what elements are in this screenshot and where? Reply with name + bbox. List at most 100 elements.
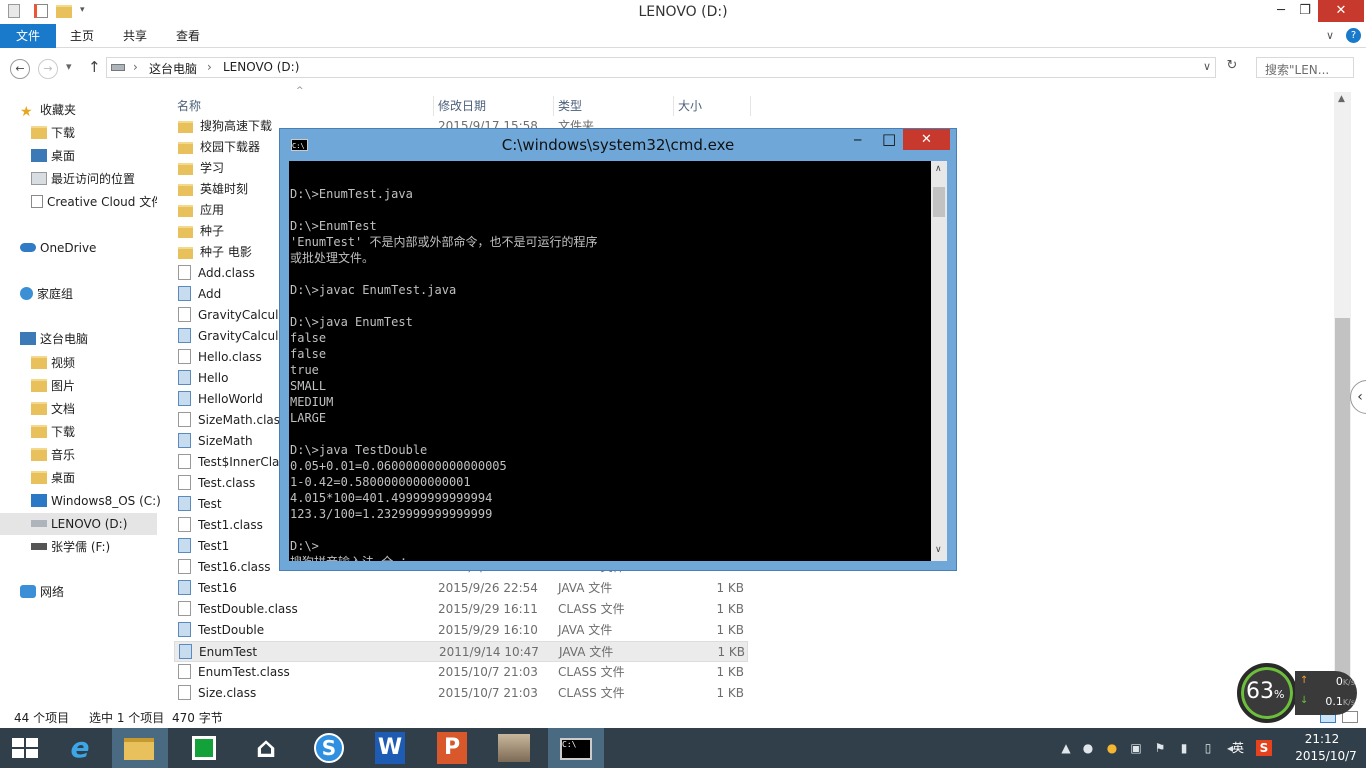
- cmd-icon: C:\: [560, 738, 592, 760]
- cmd-title-bar[interactable]: C:\ C:\windows\system32\cmd.exe ─ □ ✕: [280, 129, 956, 161]
- nav-favorites[interactable]: ★ 收藏夹: [20, 100, 76, 121]
- class-file-icon: [178, 475, 191, 490]
- scroll-down-arrow-icon[interactable]: ∨: [935, 545, 942, 555]
- file-name-text: Test16.class: [198, 560, 271, 574]
- nav-item-downloads[interactable]: 下载: [31, 123, 75, 144]
- nav-onedrive[interactable]: OneDrive: [20, 238, 96, 259]
- taskbar-home[interactable]: ⌂: [238, 728, 294, 768]
- tab-file[interactable]: 文件: [0, 24, 56, 48]
- up-button[interactable]: ↑: [88, 58, 101, 76]
- nav-item-pc-desktop[interactable]: 桌面: [31, 468, 75, 489]
- taskbar-cmd[interactable]: C:\: [548, 728, 604, 768]
- file-date: 2015/9/29 16:11: [438, 602, 538, 616]
- console-line: D:\>java TestDouble: [290, 443, 428, 457]
- clock-date[interactable]: 2015/10/7: [1290, 749, 1362, 763]
- sogou-tray-icon[interactable]: S: [1256, 740, 1272, 756]
- address-bar[interactable]: › 这台电脑 › LENOVO (D:) ∨: [106, 57, 1216, 78]
- forward-button[interactable]: →: [38, 59, 58, 79]
- cmd-close-button[interactable]: ✕: [903, 129, 950, 150]
- file-row[interactable]: Test16 2015/9/26 22:54 JAVA 文件 1 KB: [174, 578, 748, 599]
- search-input[interactable]: 搜索"LEN...: [1256, 57, 1354, 78]
- column-header-size[interactable]: 大小: [673, 96, 751, 116]
- window-title: LENOVO (D:): [638, 4, 728, 20]
- console-line: 0.05+0.01=0.060000000000000005: [290, 459, 507, 473]
- nav-this-pc[interactable]: 这台电脑: [20, 329, 88, 350]
- nav-item-drive-c[interactable]: Windows8_OS (C:): [31, 491, 161, 512]
- file-row[interactable]: EnumTest.class 2015/10/7 21:03 CLASS 文件 1 K…: [174, 662, 748, 683]
- recent-locations-button[interactable]: ▾: [66, 60, 72, 73]
- folder-icon: [178, 121, 193, 133]
- clock-time[interactable]: 21:12: [1290, 732, 1354, 746]
- power-icon[interactable]: ▯: [1200, 740, 1216, 756]
- scroll-up-arrow-icon[interactable]: ▲: [1338, 94, 1345, 104]
- cmd-scroll-thumb[interactable]: [933, 187, 945, 217]
- start-button[interactable]: [0, 728, 50, 768]
- file-name: HelloWorld: [178, 389, 263, 410]
- nav-item-desktop[interactable]: 桌面: [31, 146, 75, 167]
- nav-item-pc-downloads[interactable]: 下载: [31, 422, 75, 443]
- charms-chevron-left-icon[interactable]: ‹: [1350, 380, 1366, 414]
- file-name-text: TestDouble: [198, 623, 265, 637]
- scroll-thumb[interactable]: [1335, 318, 1350, 684]
- file-row[interactable]: Size.class 2015/10/7 21:03 CLASS 文件 1 KB: [174, 683, 748, 704]
- chevron-down-icon[interactable]: ∨: [1326, 29, 1334, 42]
- console-line: LARGE: [290, 411, 327, 425]
- file-name-text: EnumTest.class: [198, 665, 290, 679]
- column-header-name[interactable]: 名称: [173, 96, 431, 116]
- nav-item-drive-f[interactable]: 张学儒 (F:): [31, 537, 110, 558]
- file-row[interactable]: EnumTest 2011/9/14 10:47 JAVA 文件 1 KB: [174, 641, 748, 662]
- nav-item-videos[interactable]: 视频: [31, 353, 75, 374]
- breadcrumb-this-pc[interactable]: 这台电脑: [149, 60, 197, 77]
- qq-icon[interactable]: ●: [1080, 740, 1096, 756]
- tab-view[interactable]: 查看: [166, 24, 210, 48]
- cmd-scrollbar[interactable]: ∧ ∨: [931, 161, 947, 561]
- nav-item-recent[interactable]: 最近访问的位置: [31, 169, 135, 190]
- column-header-date[interactable]: 修改日期: [433, 96, 551, 116]
- cmd-console-output[interactable]: D:\>EnumTest.java D:\>EnumTest 'EnumTest' …: [289, 161, 931, 561]
- scroll-up-arrow-icon[interactable]: ∧: [935, 164, 942, 174]
- taskbar-store[interactable]: [176, 728, 232, 768]
- maximize-button[interactable]: ❐: [1288, 0, 1322, 22]
- nav-item-documents[interactable]: 文档: [31, 399, 75, 420]
- file-name-text: Add.class: [198, 266, 255, 280]
- windows-logo-icon: [12, 738, 38, 758]
- taskbar-file-explorer[interactable]: [112, 728, 168, 768]
- refresh-button[interactable]: ↻: [1222, 58, 1242, 77]
- file-name-text: Test1.class: [198, 518, 263, 532]
- address-dropdown-button[interactable]: ∨: [1203, 60, 1211, 73]
- tray-arrow-icon[interactable]: ▲: [1058, 740, 1074, 756]
- close-button[interactable]: ✕: [1318, 0, 1364, 22]
- file-row[interactable]: TestDouble 2015/9/29 16:10 JAVA 文件 1 KB: [174, 620, 748, 641]
- taskbar-word[interactable]: W: [362, 728, 418, 768]
- cmd-maximize-button[interactable]: □: [882, 130, 896, 148]
- ime-indicator[interactable]: 英: [1228, 740, 1248, 756]
- column-header-type[interactable]: 类型: [553, 96, 671, 116]
- taskbar-powerpoint[interactable]: P: [424, 728, 480, 768]
- tray-app-icon[interactable]: ▣: [1128, 740, 1144, 756]
- tab-share[interactable]: 共享: [113, 24, 157, 48]
- console-line: false: [290, 347, 327, 361]
- cmd-minimize-button[interactable]: ─: [854, 133, 861, 147]
- taskbar-ie[interactable]: e: [52, 728, 108, 768]
- wifi-icon[interactable]: ▮: [1176, 740, 1192, 756]
- nav-item-creative-cloud[interactable]: Creative Cloud 文件: [31, 192, 157, 213]
- console-line: D:\>EnumTest.java: [290, 187, 413, 201]
- nav-item-pictures[interactable]: 图片: [31, 376, 75, 397]
- taskbar-photo-app[interactable]: [486, 728, 542, 768]
- flag-icon[interactable]: ⚑: [1152, 740, 1168, 756]
- tab-home[interactable]: 主页: [60, 24, 104, 48]
- file-list-scrollbar[interactable]: ▲ ▼: [1334, 92, 1351, 704]
- nav-item-drive-d[interactable]: LENOVO (D:): [31, 514, 127, 535]
- nav-network[interactable]: 网络: [20, 582, 64, 603]
- taskbar-sogou[interactable]: S: [300, 728, 356, 768]
- file-name: 英雄时刻: [178, 179, 248, 200]
- back-button[interactable]: ←: [10, 59, 30, 79]
- nav-homegroup[interactable]: 家庭组: [20, 284, 73, 305]
- qq-penguin-icon[interactable]: ●: [1104, 740, 1120, 756]
- network-monitor-widget[interactable]: 63% ↑ 0K/s ↓ 0.1K/s: [1237, 661, 1357, 723]
- nav-item-music[interactable]: 音乐: [31, 445, 75, 466]
- breadcrumb-lenovo[interactable]: LENOVO (D:): [223, 60, 299, 74]
- java-file-icon: [178, 622, 191, 637]
- file-row[interactable]: TestDouble.class 2015/9/29 16:11 CLASS 文件 1…: [174, 599, 748, 620]
- help-icon[interactable]: ?: [1346, 28, 1361, 43]
